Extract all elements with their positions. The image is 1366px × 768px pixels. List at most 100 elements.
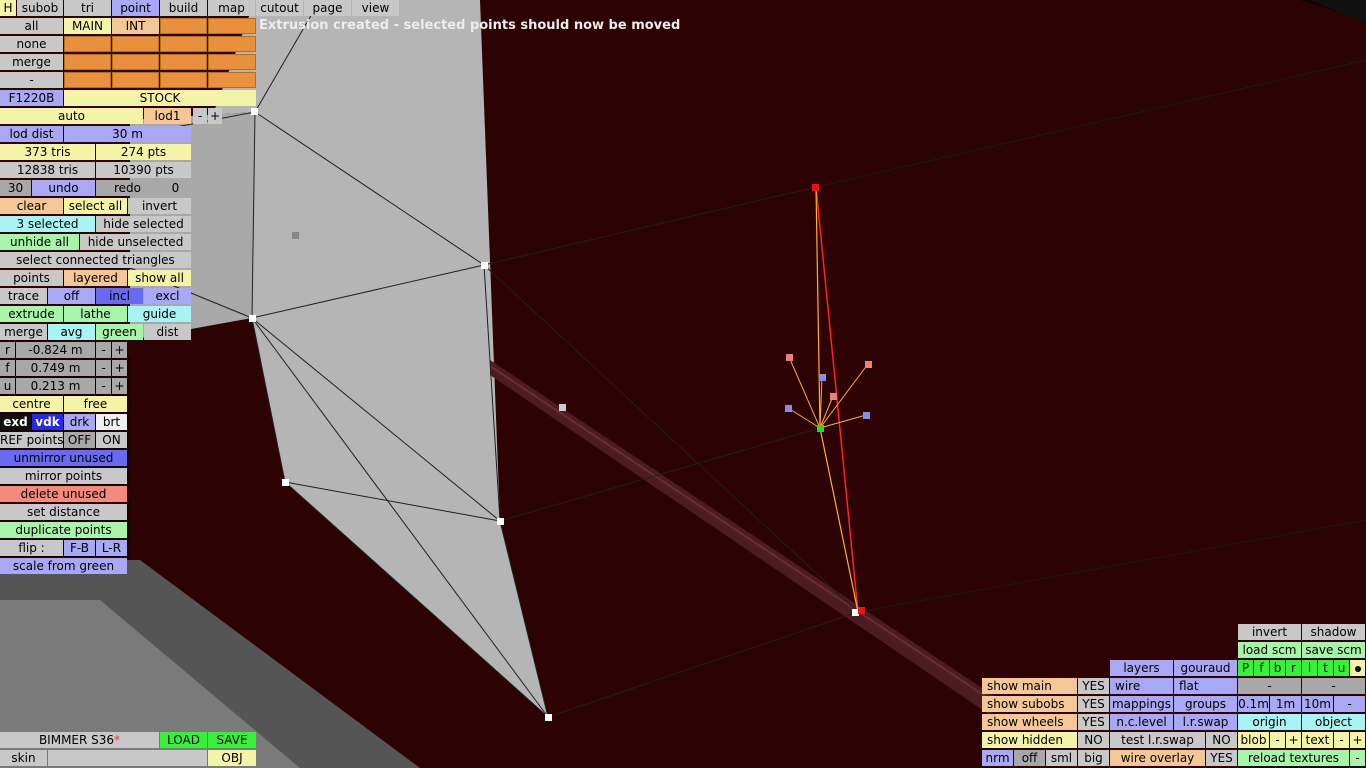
layered-mode-button[interactable]: layered [64, 270, 127, 286]
duplicate-points-button[interactable]: duplicate points [0, 522, 127, 538]
coord-f-minus-button[interactable]: - [96, 360, 111, 376]
mirror-points-button[interactable]: mirror points [0, 468, 127, 484]
unhide-all-button[interactable]: unhide all [0, 234, 79, 250]
text-minus-button[interactable]: - [1334, 732, 1349, 748]
coord-u-plus-button[interactable]: + [112, 378, 127, 394]
blob-minus-button[interactable]: - [1270, 732, 1285, 748]
set-distance-button[interactable]: set distance [0, 504, 127, 520]
show-subobs-toggle[interactable]: YES [1078, 696, 1109, 712]
tab-tri[interactable]: tri [64, 0, 111, 16]
layer-main[interactable]: MAIN [64, 18, 111, 34]
layer-slot[interactable] [160, 72, 207, 88]
flag-f-button[interactable]: f [1254, 660, 1269, 676]
layer-all-button[interactable]: all [0, 18, 63, 34]
file-name[interactable]: BIMMER S36* [0, 732, 159, 748]
shade-exd-button[interactable]: exd [0, 414, 31, 430]
points-mode-button[interactable]: points [0, 270, 63, 286]
nrm-button[interactable]: nrm [982, 750, 1013, 766]
wire-overlay-toggle[interactable]: YES [1206, 750, 1237, 766]
delete-unused-button[interactable]: delete unused [0, 486, 127, 502]
lod-minus-button[interactable]: - [193, 108, 207, 124]
origin-button[interactable]: origin [1238, 714, 1301, 730]
shade-vdk-button[interactable]: vdk [32, 414, 63, 430]
layer-slot[interactable] [208, 54, 256, 70]
skin-input[interactable] [48, 750, 207, 766]
layer-none-button[interactable]: none [0, 36, 63, 52]
flag-p-button[interactable]: P [1238, 660, 1253, 676]
trace-off-button[interactable]: off [48, 288, 95, 304]
flag-r-button[interactable]: r [1286, 660, 1301, 676]
ref-points-off-button[interactable]: OFF [64, 432, 95, 448]
shade-drk-button[interactable]: drk [64, 414, 95, 430]
invert-button[interactable]: invert [1238, 624, 1301, 640]
h-button[interactable]: H [0, 0, 16, 16]
flag-u-button[interactable]: u [1334, 660, 1349, 676]
show-wheels-toggle[interactable]: YES [1078, 714, 1109, 730]
avg-button[interactable]: avg [48, 324, 95, 340]
tab-page[interactable]: page [304, 0, 351, 16]
save-scm-button[interactable]: save scm [1302, 642, 1365, 658]
layer-slot[interactable] [64, 36, 111, 52]
save-button[interactable]: SAVE [208, 732, 256, 748]
blob-button[interactable]: blob [1238, 732, 1269, 748]
coord-f-plus-button[interactable]: + [112, 360, 127, 376]
layer-slot[interactable] [208, 36, 256, 52]
step-minus-button-3[interactable]: - [1334, 696, 1365, 712]
lod-dist-label[interactable]: lod dist [0, 126, 63, 142]
shadow-button[interactable]: shadow [1302, 624, 1365, 640]
step-1m-button[interactable]: 1m [1270, 696, 1301, 712]
step-01m-button[interactable]: 0.1m [1238, 696, 1269, 712]
step-10m-button[interactable]: 10m [1302, 696, 1333, 712]
flag-b-button[interactable]: b [1270, 660, 1285, 676]
model-variant[interactable]: STOCK [64, 90, 256, 106]
show-main-toggle[interactable]: YES [1078, 678, 1109, 694]
layer-slot[interactable] [112, 36, 159, 52]
coord-value-r[interactable]: -0.824 m [16, 342, 95, 358]
layer-slot[interactable] [112, 54, 159, 70]
load-scm-button[interactable]: load scm [1238, 642, 1301, 658]
layer-slot[interactable] [64, 72, 111, 88]
off-button[interactable]: off [1014, 750, 1045, 766]
format-button[interactable]: OBJ [208, 750, 256, 766]
reload-minus-button[interactable]: - [1350, 750, 1365, 766]
flat-button[interactable]: flat [1174, 678, 1237, 694]
coord-value-f[interactable]: 0.749 m [16, 360, 95, 376]
coord-r-minus-button[interactable]: - [96, 342, 111, 358]
scale-from-green-button[interactable]: scale from green [0, 558, 127, 574]
big-button[interactable]: big [1078, 750, 1109, 766]
lod-selector[interactable]: lod1 [144, 108, 191, 124]
gouraud-button[interactable]: gouraud [1174, 660, 1237, 676]
layer-slot[interactable] [160, 54, 207, 70]
hide-unselected-button[interactable]: hide unselected [80, 234, 191, 250]
groups-button[interactable]: groups [1174, 696, 1237, 712]
nc-level-button[interactable]: n.c.level [1110, 714, 1173, 730]
load-button[interactable]: LOAD [160, 732, 207, 748]
coord-u-minus-button[interactable]: - [96, 378, 111, 394]
select-connected-triangles-button[interactable]: select connected triangles [0, 252, 191, 268]
select-all-button[interactable]: select all [64, 198, 127, 214]
mappings-button[interactable]: mappings [1110, 696, 1173, 712]
layer-slot[interactable] [160, 36, 207, 52]
tab-cutout[interactable]: cutout [256, 0, 303, 16]
tab-view[interactable]: view [352, 0, 399, 16]
extrude-button[interactable]: extrude [0, 306, 63, 322]
lr-swap-button[interactable]: l.r.swap [1174, 714, 1237, 730]
layer-slot[interactable] [208, 72, 256, 88]
show-all-button[interactable]: show all [128, 270, 191, 286]
coord-value-u[interactable]: 0.213 m [16, 378, 95, 394]
step-minus-button[interactable]: - [1238, 678, 1301, 694]
hide-selected-button[interactable]: hide selected [96, 216, 191, 232]
layer-slot[interactable] [160, 18, 207, 34]
blob-plus-button[interactable]: + [1286, 732, 1301, 748]
text-button[interactable]: text [1302, 732, 1333, 748]
pivot-centre-button[interactable]: centre [0, 396, 63, 412]
layer-int[interactable]: INT [112, 18, 159, 34]
coord-r-plus-button[interactable]: + [112, 342, 127, 358]
tab-build[interactable]: build [160, 0, 207, 16]
guide-button[interactable]: guide [128, 306, 191, 322]
flip-fb-button[interactable]: F-B [64, 540, 95, 556]
flip-lr-button[interactable]: L-R [96, 540, 127, 556]
layers-button[interactable]: layers [1110, 660, 1173, 676]
text-plus-button[interactable]: + [1350, 732, 1365, 748]
show-hidden-toggle[interactable]: NO [1078, 732, 1109, 748]
